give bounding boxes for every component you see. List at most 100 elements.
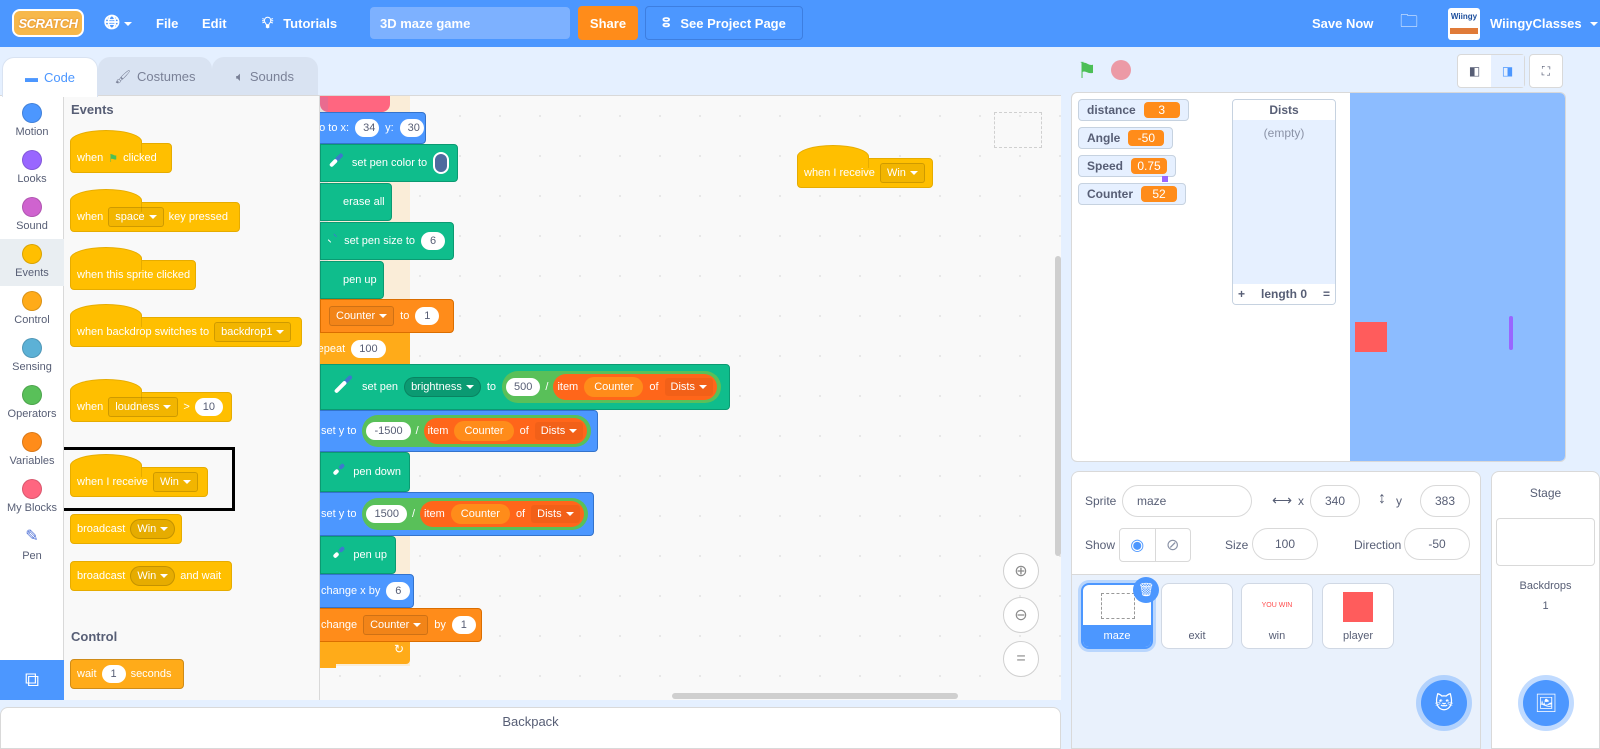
y-position-input[interactable]: 383 (1420, 485, 1470, 517)
list-dropdown[interactable]: Dists (531, 505, 580, 523)
block-go-to-xy[interactable]: go to x: 34 y: 30 (320, 112, 426, 144)
divide-operator[interactable]: 1500 / item Counter of Dists (362, 498, 588, 530)
account-menu[interactable]: WiingyClasses (1490, 0, 1598, 47)
block-when-flag-clicked[interactable]: when ⚑ clicked (70, 130, 172, 173)
item-of-list-block[interactable]: item Counter of Dists (420, 501, 584, 527)
block-change-variable[interactable]: change Counter by 1 (320, 608, 482, 642)
add-item-button[interactable]: + (1238, 287, 1245, 301)
pen-param-dropdown[interactable]: brightness (404, 377, 481, 397)
category-variables[interactable]: Variables (0, 427, 64, 474)
add-extension-button[interactable]: ⧉ (0, 660, 64, 700)
block-when-key-pressed[interactable]: when space key pressed (70, 189, 240, 232)
x-input[interactable]: 34 (355, 119, 380, 137)
save-now-button[interactable]: Save Now (1312, 0, 1373, 47)
player-sprite[interactable] (1355, 322, 1387, 352)
zoom-out-button[interactable]: ⊖ (1003, 597, 1039, 633)
variable-dropdown[interactable]: Counter (363, 615, 429, 635)
category-sound[interactable]: Sound (0, 192, 64, 239)
block-pen-up[interactable]: pen up (320, 261, 384, 299)
block-when-i-receive-floating[interactable]: when I receive Win (797, 145, 933, 188)
pen-size-input[interactable]: 6 (421, 232, 445, 250)
backdrop-dropdown[interactable]: backdrop1 (214, 322, 292, 342)
project-title-input[interactable]: 3D maze game (370, 7, 570, 39)
block-when-sprite-clicked[interactable]: when this sprite clicked (70, 247, 196, 290)
variable-dropdown[interactable]: Counter (329, 306, 395, 326)
number-input[interactable]: -1500 (366, 422, 411, 440)
counter-reporter[interactable]: Counter (454, 421, 514, 441)
block-set-y-2[interactable]: set y to 1500 / item Counter of Dists (320, 492, 594, 536)
sprite-thumb-player[interactable]: player (1322, 583, 1394, 649)
scratch-logo[interactable]: SCRATCH (12, 9, 84, 37)
sprite-thumb-exit[interactable]: exit (1161, 583, 1233, 649)
number-input[interactable]: 500 (506, 378, 541, 396)
direction-input[interactable]: -50 (1404, 528, 1470, 560)
block-when-backdrop-switches[interactable]: when backdrop switches to backdrop1 (70, 304, 302, 347)
tab-sounds[interactable]: 🔈︎ Sounds (212, 57, 318, 95)
hide-eye-icon[interactable]: ⊘ (1156, 529, 1191, 561)
large-stage-icon[interactable]: ◨ (1491, 55, 1524, 87)
sprite-thumb-win[interactable]: YOU WIN win (1241, 583, 1313, 649)
category-motion[interactable]: Motion (0, 98, 64, 145)
block-broadcast[interactable]: broadcast Win (70, 514, 182, 544)
category-operators[interactable]: Operators (0, 380, 64, 427)
divide-operator[interactable]: 500 / item Counter of Dists (502, 371, 721, 403)
color-swatch[interactable] (433, 152, 449, 174)
script-area[interactable]: go to x: 34 y: 30 set pen color to erase al… (319, 95, 1061, 700)
key-dropdown[interactable]: space (108, 207, 164, 227)
show-eye-icon[interactable]: ◉ (1120, 529, 1156, 561)
block-repeat[interactable]: repeat 100 (320, 333, 410, 365)
stage-pane[interactable]: Stage Backdrops 1 🖼︎ (1491, 471, 1600, 749)
block-when-i-receive[interactable]: when I receive Win (70, 454, 208, 497)
block-change-x[interactable]: change x by 6 (320, 574, 414, 608)
block-pen-down[interactable]: pen down (320, 452, 410, 492)
block-erase-all[interactable]: erase all (320, 183, 392, 221)
sprite-name-input[interactable]: maze (1122, 485, 1252, 517)
category-my-blocks[interactable]: My Blocks (0, 474, 64, 521)
variable-monitor-distance[interactable]: distance 3 (1078, 99, 1189, 121)
x-position-input[interactable]: 340 (1310, 485, 1360, 517)
block-my-block-define[interactable] (320, 96, 390, 112)
item-of-list-block[interactable]: item Counter of Dists (423, 418, 588, 444)
exit-sprite[interactable] (1509, 316, 1513, 350)
number-input[interactable]: 1500 (366, 505, 407, 523)
variable-monitor-angle[interactable]: Angle -50 (1078, 127, 1174, 149)
message-dropdown[interactable]: Win (879, 163, 925, 183)
green-flag-icon[interactable]: ⚑ (1077, 58, 1097, 84)
delete-sprite-button[interactable]: 🗑︎ (1133, 577, 1159, 603)
block-set-variable[interactable]: Counter to 1 (320, 299, 454, 333)
zoom-reset-button[interactable]: = (1003, 641, 1039, 677)
message-dropdown[interactable]: Win (130, 519, 176, 539)
backpack[interactable]: Backpack (0, 707, 1061, 749)
zoom-in-button[interactable]: ⊕ (1003, 553, 1039, 589)
size-input[interactable]: 100 (1252, 528, 1318, 560)
wait-input[interactable]: 1 (101, 665, 126, 683)
category-events[interactable]: Events (0, 239, 64, 286)
block-when-loudness[interactable]: when loudness >10 (70, 379, 232, 422)
tutorials-button[interactable]: 💡︎ Tutorials (262, 0, 337, 47)
share-button[interactable]: Share (578, 6, 638, 40)
vertical-scrollbar[interactable] (1055, 256, 1061, 556)
tab-code[interactable]: ▬ Code (2, 57, 98, 97)
block-set-pen-color[interactable]: set pen color to (320, 144, 458, 182)
repeat-input[interactable]: 100 (351, 340, 386, 358)
variable-monitor-counter[interactable]: Counter 52 (1078, 183, 1186, 205)
loudness-input[interactable]: 10 (194, 398, 224, 416)
see-project-page-button[interactable]: ⵓ See Project Page (645, 6, 803, 40)
category-control[interactable]: Control (0, 286, 64, 333)
horizontal-scrollbar[interactable] (672, 693, 958, 699)
category-pen[interactable]: ✎ Pen (0, 521, 64, 568)
block-set-pen-param[interactable]: set pen brightness to 500 / item Counter of… (320, 364, 730, 410)
category-sensing[interactable]: Sensing (0, 333, 64, 380)
message-dropdown[interactable]: Win (152, 472, 198, 492)
divide-operator[interactable]: -1500 / item Counter of Dists (362, 415, 592, 447)
counter-reporter[interactable]: Counter (584, 377, 644, 397)
list-monitor-dists[interactable]: Dists (empty) + length 0 = (1232, 99, 1336, 305)
file-menu[interactable]: File (156, 0, 178, 47)
small-stage-icon[interactable]: ◧ (1458, 55, 1491, 87)
value-input[interactable]: 1 (415, 307, 440, 325)
list-dropdown[interactable]: Dists (534, 422, 584, 440)
change-x-input[interactable]: 6 (386, 582, 411, 600)
sensor-dropdown[interactable]: loudness (108, 397, 179, 417)
item-of-list-block[interactable]: item Counter of Dists (553, 374, 717, 400)
message-dropdown[interactable]: Win (130, 566, 176, 586)
